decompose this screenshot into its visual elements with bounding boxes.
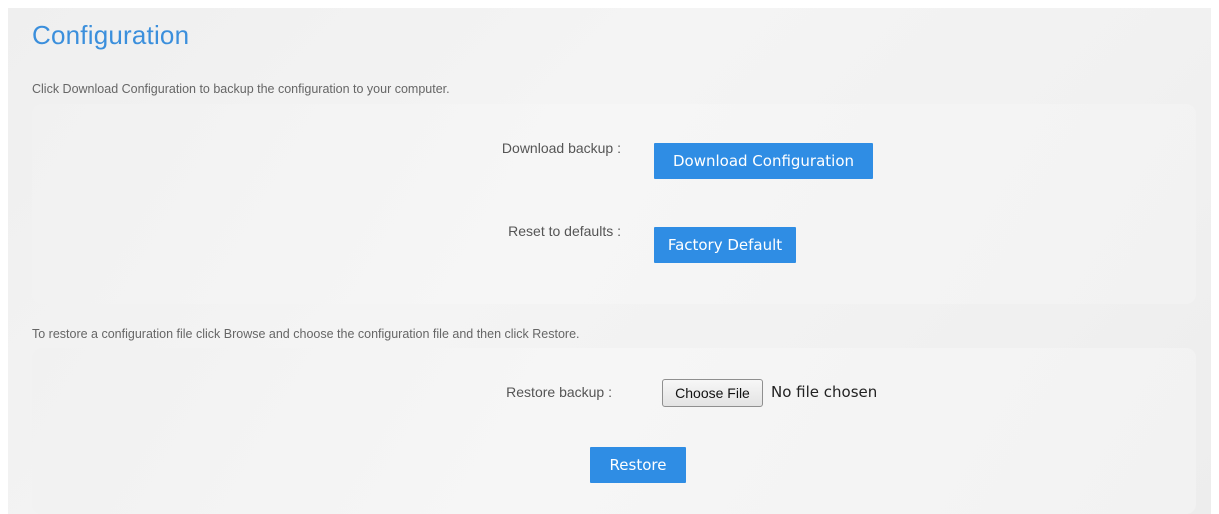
download-backup-label: Download backup : [501, 140, 621, 156]
restore-backup-label: Restore backup : [506, 384, 612, 400]
download-panel: Download backup : Download Configuration… [32, 104, 1196, 304]
page-title: Configuration [32, 20, 190, 50]
restore-panel: Restore backup : Choose File No file cho… [32, 348, 1196, 514]
configuration-page: Configuration Click Download Configurati… [8, 8, 1211, 514]
reset-defaults-label: Reset to defaults : [508, 223, 621, 239]
choose-file-button[interactable]: Choose File [662, 379, 763, 407]
restore-description: To restore a configuration file click Br… [32, 327, 580, 341]
file-status-text: No file chosen [771, 383, 878, 401]
restore-button[interactable]: Restore [590, 447, 686, 483]
download-configuration-button[interactable]: Download Configuration [654, 143, 873, 179]
download-description: Click Download Configuration to backup t… [32, 82, 450, 96]
factory-default-button[interactable]: Factory Default [654, 227, 796, 263]
